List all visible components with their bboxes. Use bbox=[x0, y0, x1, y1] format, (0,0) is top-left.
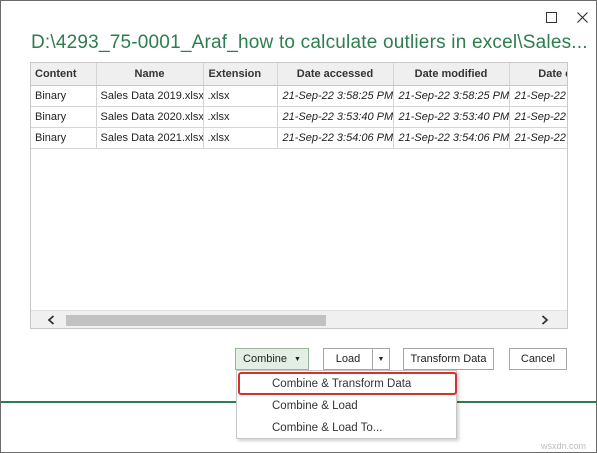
transform-data-button[interactable]: Transform Data bbox=[403, 348, 494, 370]
cell-extension: .xlsx bbox=[203, 127, 278, 149]
scroll-right-icon[interactable] bbox=[537, 313, 553, 327]
highlight-box bbox=[238, 372, 457, 395]
column-header-date-created[interactable]: Date cre bbox=[509, 63, 567, 86]
cell-name: Sales Data 2019.xlsx bbox=[96, 85, 204, 107]
scroll-left-icon[interactable] bbox=[43, 313, 59, 327]
load-button-label: Load bbox=[335, 353, 361, 365]
menu-item-label: Combine & Load bbox=[272, 400, 358, 412]
column-header-extension[interactable]: Extension bbox=[203, 63, 278, 86]
horizontal-scrollbar[interactable] bbox=[31, 310, 567, 328]
power-query-dialog: D:\4293_75-0001_Araf_how to calculate ou… bbox=[0, 0, 597, 453]
dialog-title: D:\4293_75-0001_Araf_how to calculate ou… bbox=[31, 32, 588, 53]
cell-name: Sales Data 2021.xlsx bbox=[96, 127, 204, 149]
watermark: wsxdn.com bbox=[541, 441, 587, 451]
cell-content: Binary bbox=[31, 106, 97, 128]
cell-date-accessed: 21-Sep-22 3:54:06 PM bbox=[277, 127, 394, 149]
cell-date-created: 21-Sep-22 3 bbox=[509, 127, 567, 149]
cell-date-accessed: 21-Sep-22 3:53:40 PM bbox=[277, 106, 394, 128]
close-icon[interactable] bbox=[573, 8, 591, 26]
cell-name: Sales Data 2020.xlsx bbox=[96, 106, 204, 128]
caret-down-icon: ▼ bbox=[377, 355, 385, 363]
load-button[interactable]: Load bbox=[323, 348, 373, 370]
table-row[interactable]: Binary Sales Data 2020.xlsx .xlsx 21-Sep… bbox=[31, 106, 567, 128]
combine-button[interactable]: Combine ▼ bbox=[235, 348, 309, 370]
cancel-button[interactable]: Cancel bbox=[509, 348, 567, 370]
menu-item-combine-load-to[interactable]: Combine & Load To... bbox=[237, 417, 456, 439]
cell-extension: .xlsx bbox=[203, 106, 278, 128]
cell-date-modified: 21-Sep-22 3:53:40 PM bbox=[393, 106, 510, 128]
table-row[interactable]: Binary Sales Data 2019.xlsx .xlsx 21-Sep… bbox=[31, 85, 567, 107]
cancel-button-label: Cancel bbox=[520, 353, 556, 365]
transform-data-label: Transform Data bbox=[410, 353, 487, 365]
cell-date-created: 21-Sep-22 3 bbox=[509, 106, 567, 128]
maximize-icon[interactable] bbox=[542, 8, 560, 26]
table-header-row: Content Name Extension Date accessed Dat… bbox=[31, 63, 567, 86]
cell-content: Binary bbox=[31, 85, 97, 107]
caret-down-icon: ▼ bbox=[294, 355, 301, 363]
column-header-date-accessed[interactable]: Date accessed bbox=[277, 63, 394, 86]
file-preview-grid[interactable]: Content Name Extension Date accessed Dat… bbox=[30, 62, 568, 329]
column-header-content[interactable]: Content bbox=[31, 63, 97, 86]
file-table: Content Name Extension Date accessed Dat… bbox=[31, 63, 567, 149]
menu-item-combine-load[interactable]: Combine & Load bbox=[237, 395, 456, 417]
cell-date-created: 21-Sep-22 3 bbox=[509, 85, 567, 107]
table-row[interactable]: Binary Sales Data 2021.xlsx .xlsx 21-Sep… bbox=[31, 127, 567, 149]
scrollbar-thumb[interactable] bbox=[66, 315, 326, 326]
cell-date-modified: 21-Sep-22 3:58:25 PM bbox=[393, 85, 510, 107]
cell-date-accessed: 21-Sep-22 3:58:25 PM bbox=[277, 85, 394, 107]
combine-button-label: Combine bbox=[243, 353, 288, 365]
column-header-date-modified[interactable]: Date modified bbox=[393, 63, 510, 86]
cell-extension: .xlsx bbox=[203, 85, 278, 107]
load-dropdown-button[interactable]: ▼ bbox=[372, 348, 390, 370]
column-header-name[interactable]: Name bbox=[96, 63, 204, 86]
cell-date-modified: 21-Sep-22 3:54:06 PM bbox=[393, 127, 510, 149]
menu-item-label: Combine & Load To... bbox=[272, 422, 383, 434]
cell-content: Binary bbox=[31, 127, 97, 149]
